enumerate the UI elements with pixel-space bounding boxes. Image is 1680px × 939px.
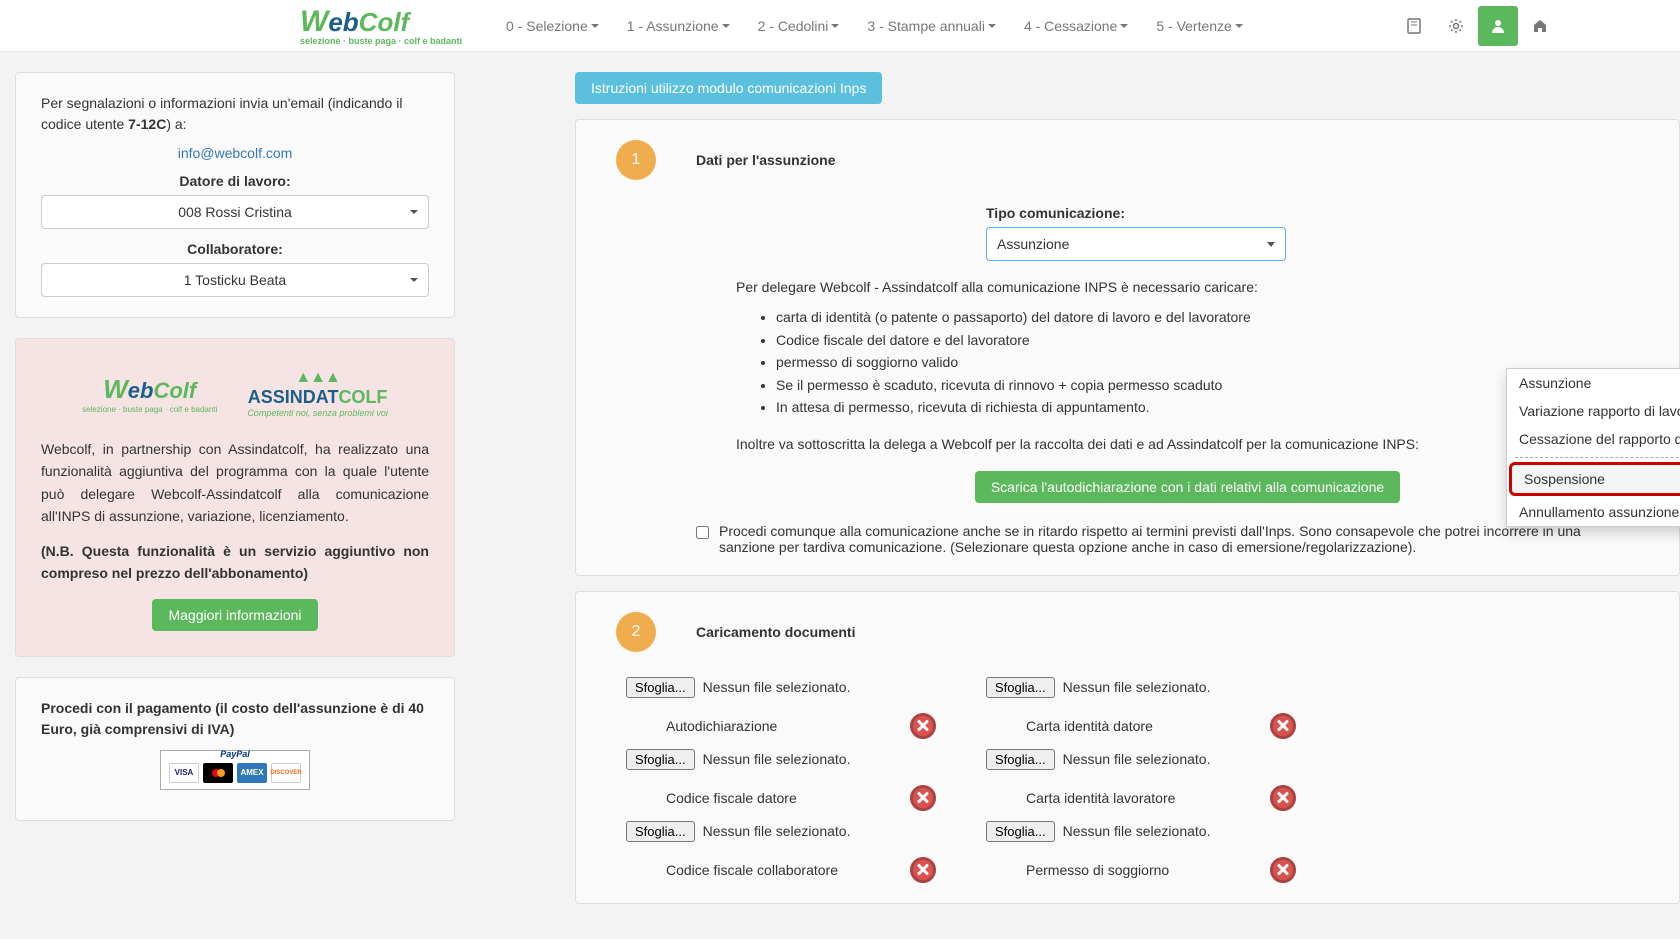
error-icon — [1270, 857, 1296, 883]
upload-cell: Sfoglia... Nessun file selezionato. Cart… — [986, 749, 1306, 811]
dropdown-item-sospensione[interactable]: Sospensione — [1509, 462, 1680, 496]
dropdown-item-assunzione[interactable]: Assunzione — [1507, 369, 1680, 397]
upload-cell: Sfoglia... Nessun file selezionato. Auto… — [626, 677, 946, 739]
doc-label: Permesso di soggiorno — [1026, 862, 1169, 878]
assindatcolf-logo: ▲▲▲ ASSINDATCOLF Competenti noi, senza p… — [247, 369, 388, 418]
doc-label: Carta identità lavoratore — [1026, 790, 1175, 806]
discover-icon: DISCOVER — [271, 763, 301, 783]
datore-label: Datore di lavoro: — [41, 173, 429, 189]
info-text: Per segnalazioni o informazioni invia un… — [41, 93, 429, 135]
no-file-text: Nessun file selezionato. — [703, 751, 851, 767]
no-file-text: Nessun file selezionato. — [703, 679, 851, 695]
partner-text: Webcolf, in partnership con Assindatcolf… — [41, 438, 429, 528]
step1-number: 1 — [616, 140, 656, 180]
info-panel: Per segnalazioni o informazioni invia un… — [15, 72, 455, 318]
step1-title: Dati per l'assunzione — [696, 152, 835, 168]
doc-label: Codice fiscale datore — [666, 790, 797, 806]
caret-icon — [1120, 24, 1128, 28]
collab-label: Collaboratore: — [41, 241, 429, 257]
webcolf-logo: WebColf selezione · buste paga · colf e … — [82, 374, 217, 414]
no-file-text: Nessun file selezionato. — [1063, 679, 1211, 695]
error-icon — [910, 713, 936, 739]
collab-select[interactable]: 1 Tosticku Beata — [41, 263, 429, 297]
doc-label: Carta identità datore — [1026, 718, 1153, 734]
partner-note: (N.B. Questa funzionalità è un servizio … — [41, 540, 429, 585]
delega-content: Per delegare Webcolf - Assindatcolf alla… — [736, 276, 1639, 503]
nav-stampe[interactable]: 3 - Stampe annuali — [853, 2, 1010, 50]
more-info-button[interactable]: Maggiori informazioni — [152, 599, 317, 631]
partner-panel: WebColf selezione · buste paga · colf e … — [15, 338, 455, 657]
instructions-button[interactable]: Istruzioni utilizzo modulo comunicazioni… — [575, 72, 882, 104]
download-autodich-button[interactable]: Scarica l'autodichiarazione con i dati r… — [975, 471, 1400, 503]
home-icon[interactable] — [1520, 6, 1560, 46]
error-icon — [1270, 713, 1296, 739]
caret-icon — [831, 24, 839, 28]
caret-icon — [988, 24, 996, 28]
browse-button[interactable]: Sfoglia... — [986, 677, 1055, 698]
visa-icon: VISA — [169, 763, 199, 783]
user-icon[interactable] — [1478, 6, 1518, 46]
nav-selezione[interactable]: 0 - Selezione — [492, 2, 613, 50]
doc-label: Codice fiscale collaboratore — [666, 862, 838, 878]
sidebar: Per segnalazioni o informazioni invia un… — [15, 72, 455, 919]
caret-icon — [1235, 24, 1243, 28]
book-icon[interactable] — [1394, 6, 1434, 46]
browse-button[interactable]: Sfoglia... — [986, 749, 1055, 770]
section-step1: 1 Dati per l'assunzione Tipo comunicazio… — [575, 119, 1680, 576]
error-icon — [910, 785, 936, 811]
browse-button[interactable]: Sfoglia... — [986, 821, 1055, 842]
logo[interactable]: WebColf selezione · buste paga · colf e … — [300, 5, 462, 46]
upload-cell: Sfoglia... Nessun file selezionato. Perm… — [986, 821, 1306, 883]
no-file-text: Nessun file selezionato. — [1063, 751, 1211, 767]
dropdown-item-annullamento[interactable]: Annullamento assunzione — [1507, 498, 1680, 526]
upload-cell: Sfoglia... Nessun file selezionato. Codi… — [626, 821, 946, 883]
browse-button[interactable]: Sfoglia... — [626, 677, 695, 698]
nav-cessazione[interactable]: 4 - Cessazione — [1010, 2, 1142, 50]
nav-cedolini[interactable]: 2 - Cedolini — [744, 2, 854, 50]
upload-cell: Sfoglia... Nessun file selezionato. Cart… — [986, 677, 1306, 739]
section-step2: 2 Caricamento documenti Sfoglia... Nessu… — [575, 591, 1680, 904]
payment-text: Procedi con il pagamento (il costo dell'… — [41, 698, 429, 740]
error-icon — [1270, 785, 1296, 811]
datore-select[interactable]: 008 Rossi Cristina — [41, 195, 429, 229]
procedi-checkbox[interactable] — [696, 526, 709, 539]
caret-icon — [722, 24, 730, 28]
mastercard-icon — [203, 763, 233, 783]
error-icon — [910, 857, 936, 883]
browse-button[interactable]: Sfoglia... — [626, 821, 695, 842]
payment-panel: Procedi con il pagamento (il costo dell'… — [15, 677, 455, 821]
upload-cell: Sfoglia... Nessun file selezionato. Codi… — [626, 749, 946, 811]
step2-number: 2 — [616, 612, 656, 652]
tipo-comunicazione-label: Tipo comunicazione: — [986, 205, 1286, 221]
main-content: Istruzioni utilizzo modulo comunicazioni… — [575, 72, 1680, 919]
dropdown-item-cessazione[interactable]: Cessazione del rapporto di lavoro — [1507, 425, 1680, 453]
browse-button[interactable]: Sfoglia... — [626, 749, 695, 770]
nav-vertenze[interactable]: 5 - Vertenze — [1142, 2, 1257, 50]
nav-assunzione[interactable]: 1 - Assunzione — [613, 2, 744, 50]
navbar: WebColf selezione · buste paga · colf e … — [0, 0, 1680, 52]
step2-title: Caricamento documenti — [696, 624, 855, 640]
info-email-link[interactable]: info@webcolf.com — [41, 145, 429, 161]
no-file-text: Nessun file selezionato. — [703, 823, 851, 839]
payment-methods[interactable]: PayPal VISA AMEX DISCOVER — [160, 750, 310, 790]
caret-icon — [591, 24, 599, 28]
gear-icon[interactable] — [1436, 6, 1476, 46]
no-file-text: Nessun file selezionato. — [1063, 823, 1211, 839]
tipo-comunicazione-select[interactable]: Assunzione — [986, 227, 1286, 261]
dropdown-item-variazione[interactable]: Variazione rapporto di lavoro — [1507, 397, 1680, 425]
dropdown-divider — [1515, 457, 1680, 458]
tipo-comunicazione-dropdown: Assunzione Variazione rapporto di lavoro… — [1506, 368, 1680, 527]
doc-label: Autodichiarazione — [666, 718, 777, 734]
amex-icon: AMEX — [237, 763, 267, 783]
procedi-checkbox-label: Procedi comunque alla comunicazione anch… — [719, 523, 1639, 555]
